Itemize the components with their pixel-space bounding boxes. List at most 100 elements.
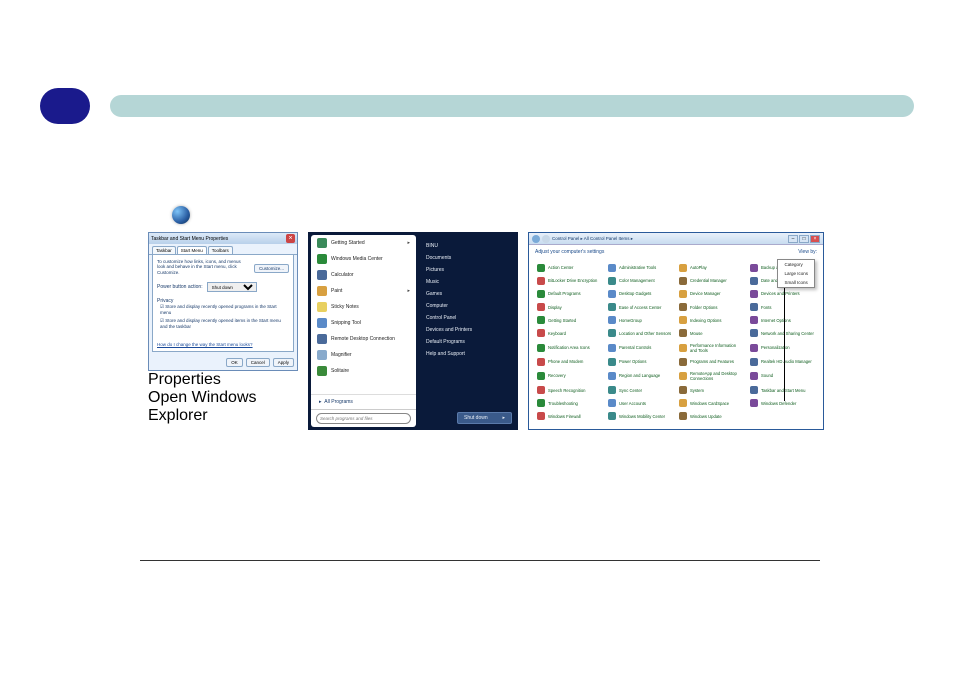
control-panel-item[interactable]: Troubleshooting (537, 399, 602, 408)
context-menu-open-explorer[interactable]: Open Windows Explorer (148, 389, 280, 425)
app-icon (317, 270, 327, 280)
control-panel-item[interactable]: Region and Language (608, 370, 673, 381)
start-menu-right-item[interactable]: Games (424, 288, 512, 300)
nav-forward-icon[interactable] (542, 235, 550, 243)
control-panel-item[interactable]: Windows CardSpace (679, 399, 744, 408)
control-panel-item[interactable]: Windows Update (679, 412, 744, 421)
start-menu-right-item[interactable]: Control Panel (424, 312, 512, 324)
start-menu-right-item[interactable]: Music (424, 276, 512, 288)
control-panel-item[interactable]: Sync Center (608, 385, 673, 394)
control-panel-item[interactable]: Devices and Printers (750, 289, 815, 298)
control-panel-item-label: Administrative Tools (619, 265, 656, 270)
control-panel-item[interactable]: Fonts (750, 302, 815, 311)
tab-start-menu[interactable]: Start Menu (177, 246, 207, 254)
control-panel-item[interactable]: HomeGroup (608, 316, 673, 325)
control-panel-item[interactable]: Indexing Options (679, 316, 744, 325)
minimize-button[interactable]: – (788, 235, 798, 243)
nav-back-icon[interactable] (532, 235, 540, 243)
start-menu-right-item[interactable]: Devices and Printers (424, 324, 512, 336)
start-menu-right-item[interactable]: BINU (424, 240, 512, 252)
tab-toolbars[interactable]: Toolbars (208, 246, 233, 254)
control-panel-item[interactable]: Personalization (750, 342, 815, 353)
start-menu-right-item[interactable]: Default Programs (424, 336, 512, 348)
maximize-button[interactable]: □ (799, 235, 809, 243)
control-panel-item[interactable]: Windows Mobility Center (608, 412, 673, 421)
control-panel-item[interactable]: Default Programs (537, 289, 602, 298)
control-panel-item[interactable]: Notification Area Icons (537, 342, 602, 353)
control-panel-item[interactable]: Phone and Modem (537, 357, 602, 366)
control-panel-item[interactable]: Location and Other Sensors (608, 329, 673, 338)
control-panel-item[interactable]: User Accounts (608, 399, 673, 408)
control-panel-item[interactable]: Recovery (537, 370, 602, 381)
view-by-label[interactable]: View by: (798, 249, 817, 255)
taskbar-context-menu: Properties Open Windows Explorer (148, 371, 280, 425)
control-panel-item[interactable]: Windows Defender (750, 399, 815, 408)
breadcrumb[interactable]: Control Panel ▸ All Control Panel Items … (552, 236, 633, 242)
control-panel-item[interactable]: Taskbar and Start Menu (750, 385, 815, 394)
power-action-select[interactable]: Shut down (207, 282, 257, 292)
control-panel-item[interactable]: Keyboard (537, 329, 602, 338)
control-panel-item[interactable]: Parental Controls (608, 342, 673, 353)
start-menu-right-pane: BINUDocumentsPicturesMusicGamesComputerC… (416, 232, 518, 430)
start-menu-app-item[interactable]: Paint▸ (311, 283, 416, 299)
start-menu-right-item[interactable]: Help and Support (424, 348, 512, 360)
control-panel-item[interactable]: Credential Manager (679, 276, 744, 285)
control-panel-item[interactable]: Power Options (608, 357, 673, 366)
all-programs-link[interactable]: ▸ All Programs (311, 394, 416, 409)
start-menu-app-item[interactable]: Solitaire (311, 363, 416, 379)
cancel-button[interactable]: Cancel (246, 358, 270, 367)
control-panel-item[interactable]: Action Center (537, 263, 602, 272)
control-panel-item[interactable]: Realtek HD Audio Manager (750, 357, 815, 366)
control-panel-item[interactable]: Folder Options (679, 302, 744, 311)
control-panel-item[interactable]: Windows Firewall (537, 412, 602, 421)
control-panel-item-label: BitLocker Drive Encryption (548, 278, 597, 283)
apply-button[interactable]: Apply (273, 358, 294, 367)
control-panel-item[interactable]: Performance Information and Tools (679, 342, 744, 353)
control-panel-item[interactable]: Administrative Tools (608, 263, 673, 272)
start-menu-right-item[interactable]: Pictures (424, 264, 512, 276)
control-panel-item-icon (750, 277, 758, 285)
start-search-input[interactable] (316, 413, 411, 424)
shutdown-button[interactable]: Shut down ▸ (457, 412, 512, 424)
control-panel-item[interactable]: RemoteApp and Desktop Connections (679, 370, 744, 381)
tab-taskbar[interactable]: Taskbar (152, 246, 176, 254)
view-option-category[interactable]: Category (778, 260, 814, 269)
close-button[interactable]: × (286, 234, 295, 243)
start-menu-app-item[interactable]: Snipping Tool (311, 315, 416, 331)
privacy-checkbox-items[interactable]: ☑ Store and display recently opened item… (157, 318, 289, 330)
control-panel-item[interactable]: Device Manager (679, 289, 744, 298)
control-panel-item[interactable]: Display (537, 302, 602, 311)
control-panel-item[interactable]: System (679, 385, 744, 394)
control-panel-item[interactable]: AutoPlay (679, 263, 744, 272)
close-window-button[interactable]: × (810, 235, 820, 243)
control-panel-item[interactable]: Sound (750, 370, 815, 381)
control-panel-item[interactable]: Speech Recognition (537, 385, 602, 394)
start-menu-app-item[interactable]: Getting Started▸ (311, 235, 416, 251)
control-panel-item[interactable]: Mouse (679, 329, 744, 338)
control-panel-item[interactable]: BitLocker Drive Encryption (537, 276, 602, 285)
start-menu-app-item[interactable]: Magnifier (311, 347, 416, 363)
control-panel-item[interactable]: Network and Sharing Center (750, 329, 815, 338)
control-panel-item[interactable]: Desktop Gadgets (608, 289, 673, 298)
view-option-large-icons[interactable]: Large Icons (778, 269, 814, 278)
control-panel-item[interactable]: Color Management (608, 276, 673, 285)
dialog-tabs: Taskbar Start Menu Toolbars (149, 244, 297, 255)
start-menu-right-item[interactable]: Computer (424, 300, 512, 312)
shutdown-arrow-icon[interactable]: ▸ (502, 415, 505, 421)
start-menu-app-item[interactable]: Windows Media Center (311, 251, 416, 267)
customize-button[interactable]: Customize... (254, 264, 289, 273)
start-menu-app-item[interactable]: Calculator (311, 267, 416, 283)
app-icon (317, 254, 327, 264)
ok-button[interactable]: OK (226, 358, 243, 367)
control-panel-item[interactable]: Getting Started (537, 316, 602, 325)
control-panel-item[interactable]: Internet Options (750, 316, 815, 325)
privacy-checkbox-programs[interactable]: ☑ Store and display recently opened prog… (157, 304, 289, 316)
start-menu-right-item[interactable]: Documents (424, 252, 512, 264)
control-panel-item[interactable]: Programs and Features (679, 357, 744, 366)
start-menu-app-item[interactable]: Sticky Notes (311, 299, 416, 315)
control-panel-item[interactable]: Ease of Access Center (608, 302, 673, 311)
start-menu-app-item[interactable]: Remote Desktop Connection (311, 331, 416, 347)
context-menu-properties[interactable]: Properties (148, 371, 280, 389)
help-link[interactable]: How do I change the way the Start menu l… (157, 342, 289, 347)
view-option-small-icons[interactable]: Small Icons (778, 278, 814, 287)
